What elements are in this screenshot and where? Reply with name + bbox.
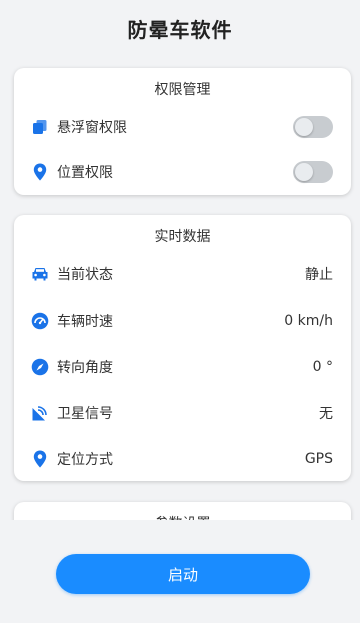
permissions-card-title: 权限管理 (154, 82, 211, 98)
overlay-permission-row: 悬浮窗权限 (31, 113, 333, 141)
satellite-signal-row: 卫星信号 无 (31, 399, 333, 427)
speed-label: 车辆时速 (57, 314, 113, 330)
car-icon (31, 265, 49, 283)
start-button[interactable]: 启动 (56, 554, 310, 594)
positioning-method-label: 定位方式 (57, 452, 113, 468)
satellite-signal-label: 卫星信号 (57, 406, 113, 422)
location-permission-label: 位置权限 (57, 165, 113, 181)
steering-angle-value: 0 ° (312, 359, 333, 375)
location-pin-icon (31, 163, 49, 181)
steering-angle-label: 转向角度 (57, 360, 113, 376)
realtime-card-title: 实时数据 (154, 229, 211, 245)
positioning-method-value: GPS (304, 451, 333, 467)
overlay-permission-toggle[interactable] (293, 116, 333, 138)
overlay-permission-label: 悬浮窗权限 (57, 120, 127, 136)
satellite-signal-value: 无 (319, 406, 333, 422)
speed-row: 车辆时速 0 km/h (31, 307, 333, 335)
app-title: 防晕车软件 (127, 18, 233, 42)
location-permission-toggle[interactable] (293, 161, 333, 183)
speedometer-icon (31, 312, 49, 330)
compass-icon (31, 358, 49, 376)
status-value: 静止 (305, 267, 333, 283)
status-row: 当前状态 静止 (31, 260, 333, 288)
status-label: 当前状态 (57, 267, 113, 283)
toggle-knob (295, 163, 313, 181)
permissions-card: 权限管理 悬浮窗权限 位置权限 (14, 68, 351, 195)
steering-angle-row: 转向角度 0 ° (31, 353, 333, 381)
toggle-knob (295, 118, 313, 136)
overlay-windows-icon (31, 118, 49, 136)
speed-value: 0 km/h (284, 313, 333, 329)
positioning-method-row: 定位方式 GPS (31, 445, 333, 473)
location-pin-icon (31, 450, 49, 468)
location-permission-row: 位置权限 (31, 158, 333, 186)
realtime-card: 实时数据 当前状态 静止 车辆时速 0 km/h 转向角度 0 ° 卫星信号 无… (14, 215, 351, 481)
satellite-icon (31, 404, 49, 422)
